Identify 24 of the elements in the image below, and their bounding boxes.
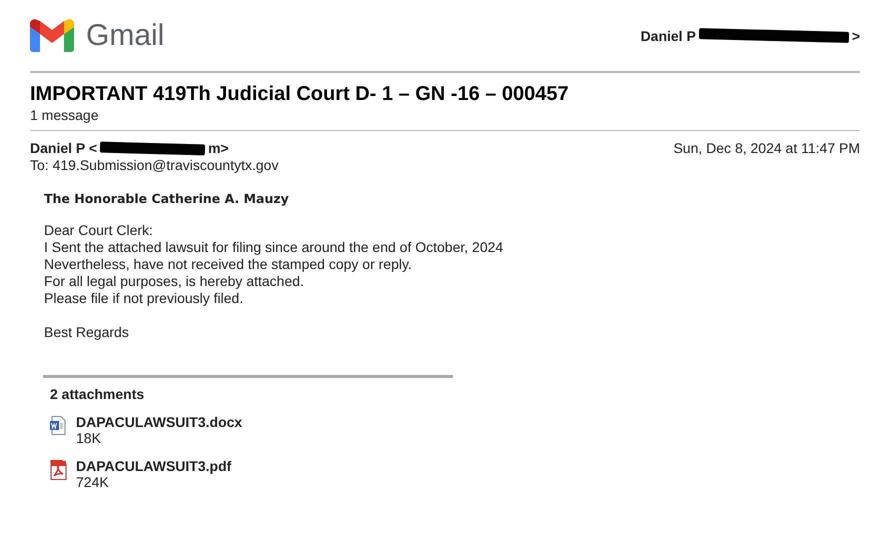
- account-name: Daniel P: [640, 28, 696, 44]
- brand-name: Gmail: [86, 18, 164, 52]
- body-text-line: Dear Court Clerk:: [44, 222, 154, 239]
- attachment-size: 724K: [76, 474, 110, 490]
- body-text-line: For all legal purposes, is hereby attached.: [44, 273, 305, 290]
- sender-address-end: m>: [208, 140, 229, 157]
- pdf-document-icon: [50, 460, 67, 480]
- attachment-name[interactable]: DAPACULAWSUIT3.pdf: [76, 458, 232, 474]
- message-date: Sun, Dec 8, 2024 at 11:47 PM: [673, 140, 860, 157]
- salutation-heading: The Honorable Catherine A. Mauzy: [44, 190, 290, 207]
- gmail-logo-icon: [30, 19, 74, 52]
- closing-text: Best Regards: [44, 324, 130, 341]
- word-document-icon: [50, 416, 66, 435]
- body-text-line: Please file if not previously filed.: [44, 290, 244, 307]
- body-text-line: I Sent the attached lawsuit for filing since around the end of October, 2024: [44, 239, 504, 256]
- message-count: 1 message: [30, 106, 100, 124]
- attachment-size: 18K: [76, 430, 102, 446]
- sender-name: Daniel P <: [30, 140, 98, 157]
- body-text-line: Nevertheless, have not received the stamped copy or reply.: [44, 256, 413, 273]
- attachment-name[interactable]: DAPACULAWSUIT3.docx: [76, 414, 242, 430]
- attachments-heading: 2 attachments: [50, 386, 146, 402]
- email-subject: IMPORTANT 419Th Judicial Court D- 1 – GN -16 – 000457: [30, 82, 570, 106]
- recipient-line: To: 419.Submission@traviscountytx.gov: [30, 157, 278, 173]
- account-address-end: >: [852, 28, 860, 44]
